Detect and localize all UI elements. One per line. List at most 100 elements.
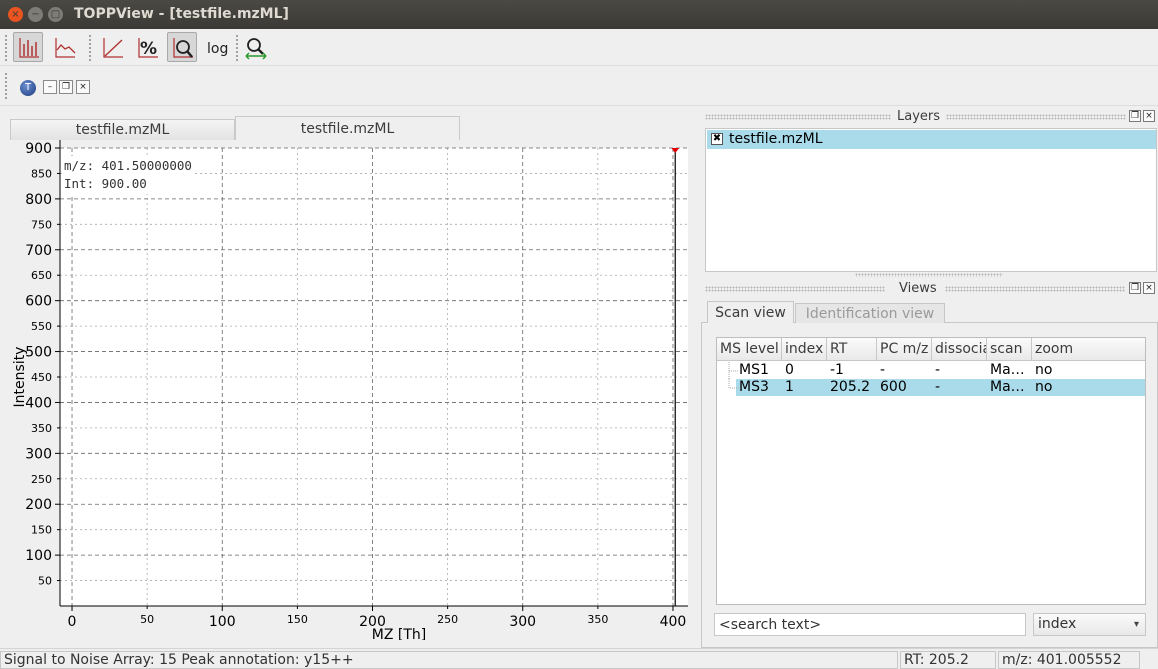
- cell-ms-level: MS3: [739, 379, 769, 395]
- column-header-dissociation[interactable]: dissociation: [932, 338, 987, 361]
- layer-visibility-checkbox[interactable]: ✖: [711, 133, 723, 145]
- cell-rt: 205.2: [830, 379, 871, 395]
- window-titlebar: × − □ TOPPView - [testfile.mzML]: [0, 0, 1158, 29]
- search-input[interactable]: [714, 613, 1026, 636]
- window-minimize-button[interactable]: −: [28, 7, 43, 22]
- percent-label: %: [140, 39, 157, 59]
- window-close-button[interactable]: ×: [8, 7, 23, 22]
- panel-grip[interactable]: [705, 286, 885, 292]
- tree-branch-icon: [728, 362, 739, 379]
- x-tick-label-minor: 150: [287, 613, 308, 626]
- panel-grip[interactable]: [940, 114, 1126, 120]
- x-tick-label: 100: [209, 614, 236, 630]
- spectrum-plot[interactable]: 1002003004005006007008009005015025035045…: [10, 140, 688, 640]
- views-float-button[interactable]: ❐: [1129, 282, 1141, 294]
- cell-pc-mz: 600: [880, 379, 907, 395]
- y-tick-label-minor: 150: [31, 524, 52, 537]
- y-tick-label: 100: [25, 548, 52, 564]
- y-tick-label: 800: [25, 192, 52, 208]
- table-row[interactable]: MS1 0 -1 - - Ma… no: [717, 362, 1145, 379]
- y-tick-label-minor: 350: [31, 422, 52, 435]
- mdi-toolbar: [0, 66, 1158, 106]
- column-header-pc-mz[interactable]: PC m/z: [877, 338, 932, 361]
- snap-intensity-icon: [173, 38, 193, 58]
- column-header-zoom[interactable]: zoom: [1032, 338, 1145, 361]
- cell-dissociation: -: [935, 379, 941, 395]
- toolbar-grip[interactable]: [235, 34, 239, 61]
- column-header-scan[interactable]: scan: [987, 338, 1032, 361]
- mdi-restore-button[interactable]: ❐: [59, 80, 73, 94]
- column-header-rt[interactable]: RT: [827, 338, 877, 361]
- y-tick-label-minor: 650: [31, 269, 52, 282]
- maximize-icon: □: [50, 9, 61, 20]
- y-axis-label: Intensity: [12, 347, 28, 408]
- peak-mode-icon: [19, 38, 39, 58]
- x-tick-label-minor: 250: [437, 613, 458, 626]
- minimize-icon: –: [47, 82, 53, 92]
- views-close-button[interactable]: ×: [1143, 282, 1155, 294]
- y-tick-label: 400: [25, 395, 52, 411]
- cell-zoom: no: [1035, 379, 1053, 395]
- snap-intensity-button[interactable]: [167, 32, 197, 62]
- cell-index: 0: [785, 362, 794, 378]
- toolbar-grip[interactable]: [4, 34, 8, 61]
- column-header-ms-level[interactable]: MS level: [717, 338, 782, 361]
- table-row[interactable]: MS3 1 205.2 600 - Ma… no: [717, 379, 1145, 396]
- plot-area[interactable]: [60, 148, 688, 606]
- layer-label: testfile.mzML: [729, 131, 823, 147]
- percentage-intensity-button[interactable]: %: [132, 32, 162, 62]
- tab-scan-view[interactable]: Scan view: [707, 301, 794, 323]
- scan-table[interactable]: MS level index RT PC m/z dissociation sc…: [716, 337, 1146, 605]
- y-tick-label: 200: [25, 497, 52, 513]
- toolbar-grip[interactable]: [4, 72, 8, 99]
- mdi-close-button[interactable]: ×: [76, 80, 90, 94]
- layers-float-button[interactable]: ❐: [1129, 110, 1141, 122]
- float-icon: ❐: [1130, 111, 1140, 121]
- panel-splitter[interactable]: [855, 273, 1003, 277]
- panel-grip[interactable]: [705, 114, 901, 120]
- y-tick-label: 700: [25, 243, 52, 259]
- search-field-select[interactable]: index ▾: [1033, 613, 1146, 636]
- y-tick-label: 900: [25, 141, 52, 157]
- layers-list[interactable]: ✖ testfile.mzML: [705, 128, 1157, 272]
- status-bar: Signal to Noise Array: 15 Peak annotatio…: [0, 648, 1158, 669]
- status-message: Signal to Noise Array: 15 Peak annotatio…: [0, 651, 898, 669]
- tree-branch-icon: [728, 379, 739, 389]
- toolbar-grip[interactable]: [88, 34, 92, 61]
- cell-ms-level: MS1: [739, 362, 769, 378]
- y-tick-label: 300: [25, 446, 52, 462]
- linear-intensity-button[interactable]: [97, 32, 127, 62]
- mdi-minimize-button[interactable]: –: [43, 80, 57, 94]
- document-icon[interactable]: T: [20, 80, 36, 96]
- linear-intensity-icon: [103, 38, 123, 58]
- log-intensity-button[interactable]: log: [202, 32, 232, 62]
- line-mode-button[interactable]: [49, 32, 79, 62]
- cell-index: 1: [785, 379, 794, 395]
- reset-zoom-icon: [245, 38, 267, 60]
- tab-identification-view[interactable]: Identification view: [795, 303, 945, 323]
- cell-rt: -1: [830, 362, 844, 378]
- layer-item[interactable]: ✖ testfile.mzML: [707, 130, 1156, 149]
- reset-zoom-button[interactable]: [240, 32, 270, 62]
- panel-grip[interactable]: [945, 286, 1125, 292]
- tab-testfile-1[interactable]: testfile.mzML: [10, 119, 235, 140]
- x-tick-label: 0: [68, 614, 77, 630]
- y-tick-label-minor: 50: [38, 575, 52, 588]
- peak-mode-button[interactable]: [13, 32, 43, 62]
- document-tabbar: testfile.mzML testfile.mzML: [10, 116, 688, 140]
- y-tick-label-minor: 550: [31, 320, 52, 333]
- cell-scan: Ma…: [990, 362, 1025, 378]
- spectrum-canvas[interactable]: 100 200 300 400 500 600 700 800 900 50 150 250 350 45…: [10, 140, 688, 640]
- close-icon: ×: [79, 82, 87, 92]
- window-title: TOPPView - [testfile.mzML]: [74, 6, 289, 22]
- window-maximize-button[interactable]: □: [48, 7, 63, 22]
- float-icon: ❐: [1130, 283, 1140, 293]
- log-intensity-icon: log: [207, 41, 228, 57]
- cursor-info-box: m/z: 401.50000000 Int: 900.00: [62, 156, 194, 194]
- status-mz: m/z: 401.005552: [998, 651, 1140, 669]
- x-tick-label-minor: 350: [587, 613, 608, 626]
- tab-testfile-2[interactable]: testfile.mzML: [235, 116, 460, 140]
- cell-scan: Ma…: [990, 379, 1025, 395]
- layers-close-button[interactable]: ×: [1143, 110, 1155, 122]
- column-header-index[interactable]: index: [782, 338, 827, 361]
